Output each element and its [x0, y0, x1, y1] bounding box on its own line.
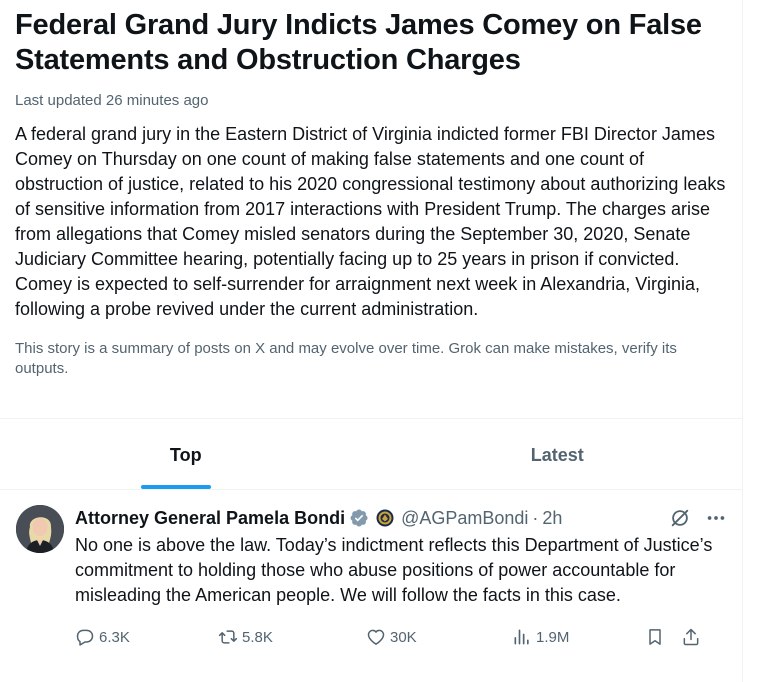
like-icon	[367, 629, 385, 645]
reply-count: 6.3K	[99, 628, 130, 646]
post-header: Attorney General Pamela Bondi @AGPamBond…	[75, 505, 727, 531]
avatar-image	[16, 505, 64, 553]
tab-latest[interactable]: Latest	[372, 436, 744, 489]
trending-story-page: Federal Grand Jury Indicts James Comey o…	[0, 0, 743, 682]
author-name[interactable]: Attorney General Pamela Bondi	[75, 508, 345, 529]
grok-icon[interactable]	[669, 507, 691, 529]
tab-bar: Top Latest	[0, 436, 743, 490]
bookmark-button[interactable]	[644, 626, 666, 648]
views-icon	[514, 629, 529, 645]
like-button[interactable]: 30K	[366, 627, 512, 647]
doj-seal-icon[interactable]	[375, 508, 396, 528]
view-count: 1.9M	[536, 628, 570, 646]
avatar[interactable]	[16, 505, 64, 553]
author-handle[interactable]: @AGPamBondi	[401, 508, 528, 529]
last-updated: Last updated 26 minutes ago	[15, 92, 209, 109]
active-tab-indicator	[141, 485, 211, 489]
section-divider	[0, 418, 743, 419]
story-summary: A federal grand jury in the Eastern Dist…	[15, 124, 726, 319]
like-count: 30K	[390, 628, 417, 646]
reply-icon	[76, 629, 94, 646]
story-disclaimer: This story is a summary of posts on X an…	[15, 340, 677, 377]
verified-badge-icon[interactable]	[349, 508, 369, 528]
post[interactable]: Attorney General Pamela Bondi @AGPamBond…	[0, 491, 743, 682]
story-section: Federal Grand Jury Indicts James Comey o…	[0, 0, 742, 379]
views-button[interactable]: 1.9M	[512, 627, 644, 647]
repost-icon	[218, 630, 238, 644]
reply-button[interactable]: 6.3K	[75, 627, 218, 647]
post-header-actions	[669, 507, 727, 529]
headline-line-1: Federal Grand Jury Indicts James Comey o…	[15, 9, 702, 41]
tab-top[interactable]: Top	[0, 436, 372, 489]
post-body: Attorney General Pamela Bondi @AGPamBond…	[75, 505, 727, 682]
share-button[interactable]	[680, 626, 702, 648]
bookmark-icon	[649, 629, 661, 645]
post-text: No one is above the law. Today’s indictm…	[75, 535, 713, 605]
share-icon	[683, 628, 699, 646]
repost-button[interactable]: 5.8K	[218, 627, 366, 647]
post-actions: 6.3K 5.8K 30K 1.9M	[75, 626, 727, 648]
tab-latest-label: Latest	[530, 445, 584, 465]
post-time[interactable]: 2h	[542, 508, 562, 529]
tab-top-label: Top	[169, 445, 202, 465]
headline-line-2: Statements and Obstruction Charges	[15, 44, 521, 76]
story-headline: Federal Grand Jury Indicts James Comey o…	[15, 8, 727, 78]
more-icon[interactable]	[705, 507, 727, 529]
separator: ·	[532, 507, 539, 528]
repost-count: 5.8K	[242, 628, 273, 646]
